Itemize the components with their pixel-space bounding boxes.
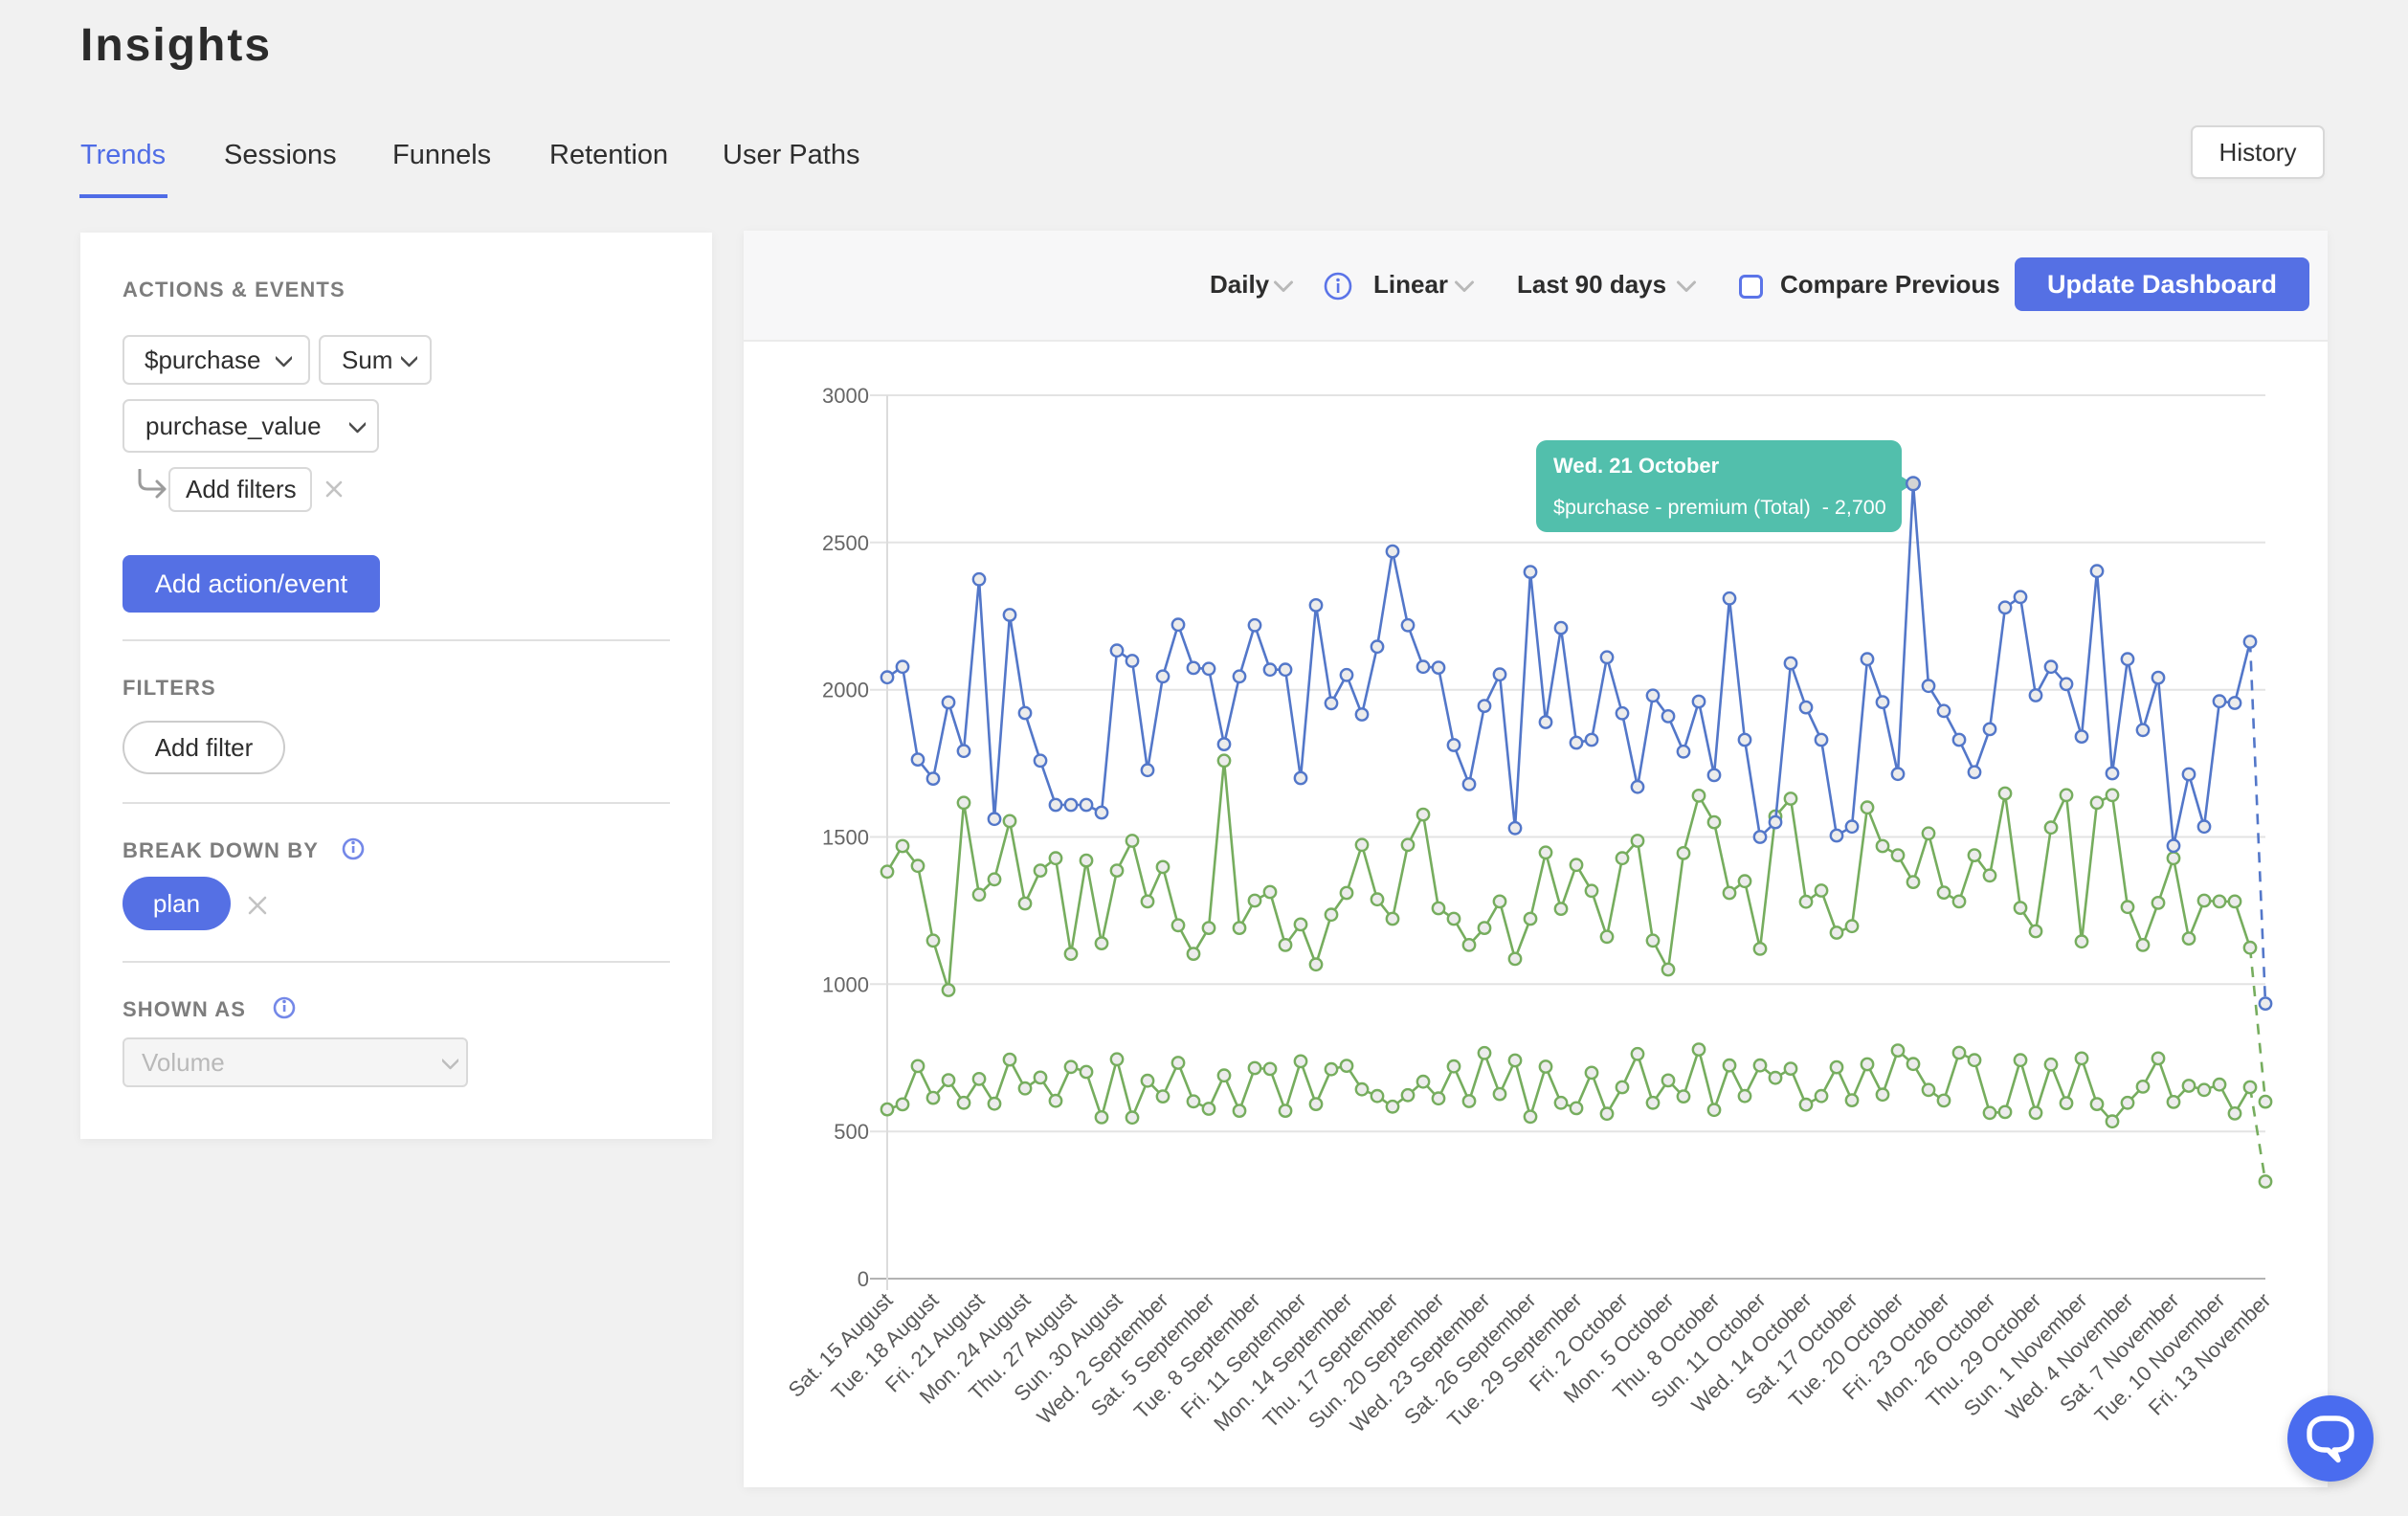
svg-text:1000: 1000 (822, 972, 869, 996)
svg-text:$purchase - premium (Total) -: $purchase - premium (Total) - 2,700 (1553, 496, 1886, 519)
svg-text:Wed. 21 October: Wed. 21 October (1553, 454, 1720, 478)
svg-text:1500: 1500 (822, 826, 869, 850)
svg-text:3000: 3000 (822, 384, 869, 408)
svg-text:2500: 2500 (822, 531, 869, 555)
svg-text:500: 500 (834, 1120, 869, 1144)
svg-text:2000: 2000 (822, 679, 869, 702)
svg-text:0: 0 (858, 1267, 869, 1291)
